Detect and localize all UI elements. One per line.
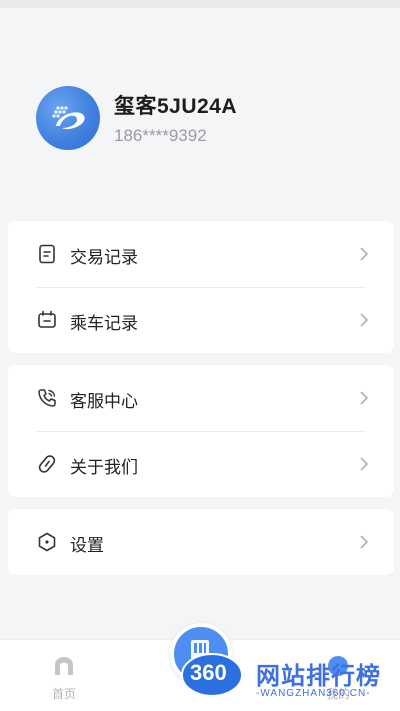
- menu-item-label: 交易记录: [70, 248, 138, 267]
- menu-item-transactions[interactable]: 交易记录: [8, 221, 394, 287]
- hexagon-settings-icon: [38, 532, 56, 552]
- app-logo-icon: [52, 106, 85, 130]
- chevron-right-icon: [360, 457, 369, 471]
- chevron-right-icon: [360, 391, 369, 405]
- menu-item-customer-service[interactable]: 客服中心: [8, 365, 394, 431]
- home-icon: [55, 657, 73, 675]
- watermark-title: 网站排行榜: [256, 663, 381, 690]
- user-name: 玺客5JU24A: [114, 95, 238, 118]
- watermark-badge: 360: [190, 660, 227, 685]
- phone-icon: [38, 389, 56, 407]
- chevron-right-icon: [360, 247, 369, 261]
- menu-card-records: 交易记录 乘车记录: [8, 221, 394, 353]
- menu-item-about-us[interactable]: 关于我们: [8, 431, 394, 497]
- menu-item-ride-records[interactable]: 乘车记录: [8, 287, 394, 353]
- menu-card-settings: 设置: [8, 509, 394, 575]
- menu-item-settings[interactable]: 设置: [8, 509, 394, 575]
- menu-item-label: 客服中心: [70, 392, 138, 411]
- tab-home-label: 首页: [51, 687, 76, 701]
- watermark: 360 网站排行榜 -WANGZHAN360.CN-: [178, 650, 400, 708]
- menu-item-label: 关于我们: [70, 458, 138, 477]
- watermark-subtitle: -WANGZHAN360.CN-: [256, 688, 371, 699]
- link-icon: [38, 455, 56, 473]
- tab-home[interactable]: 首页: [34, 654, 94, 702]
- user-phone: 186****9392: [114, 126, 207, 145]
- bus-ticket-icon: [38, 310, 56, 328]
- status-bar: [0, 0, 400, 8]
- menu-item-label: 乘车记录: [70, 314, 138, 333]
- chevron-right-icon: [360, 313, 369, 327]
- chevron-right-icon: [360, 535, 369, 549]
- receipt-icon: [39, 244, 55, 264]
- menu-item-label: 设置: [70, 536, 104, 555]
- avatar[interactable]: [36, 86, 100, 150]
- profile-header[interactable]: 玺客5JU24A 186****9392: [36, 86, 366, 150]
- menu-card-support: 客服中心 关于我们: [8, 365, 394, 497]
